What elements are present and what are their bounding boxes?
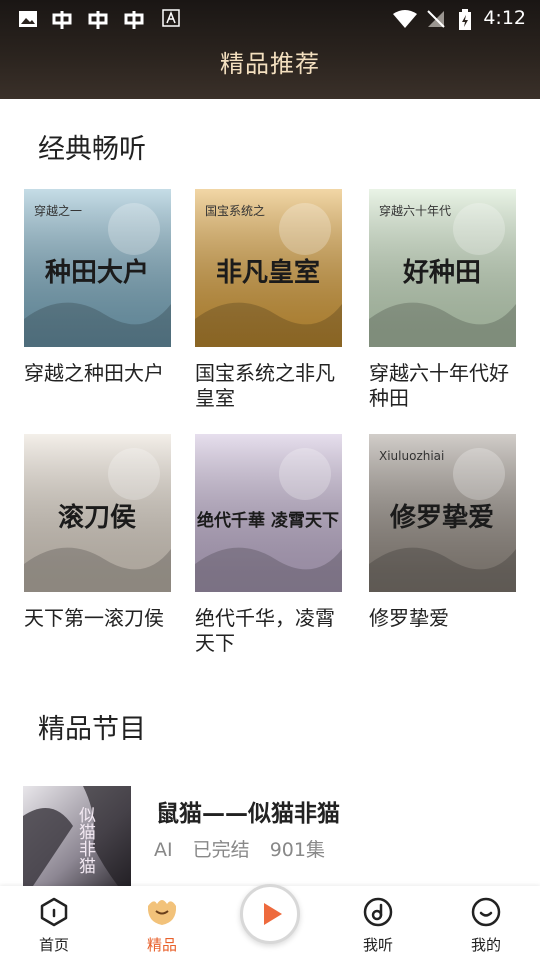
play-icon [264, 903, 282, 925]
gallery-icon [19, 11, 37, 27]
book-cover: 绝代千華 凌霄天下 [195, 434, 342, 592]
tab-label: 我的 [470, 936, 501, 954]
book-cover: 穿越之一种田大户 [24, 189, 171, 347]
section-title-programs: 精品节目 [38, 714, 146, 745]
book-cover: 国宝系统之非凡皇室 [195, 189, 342, 347]
premium-icon [147, 900, 177, 925]
book-cover-title: 种田大户 [45, 257, 149, 288]
book-cover-title: 修罗挚爱 [389, 502, 494, 533]
book-cover-subtitle: 穿越之一 [34, 203, 82, 218]
program-cover-title: 似猫非猫 [75, 806, 96, 874]
program-title: 鼠猫——似猫非猫 [156, 801, 340, 827]
clock: 4:12 [483, 7, 526, 29]
tab-premium[interactable]: 精品 [122, 886, 202, 960]
no-signal-icon [427, 10, 445, 28]
book-title: 修罗挚爱 [369, 606, 449, 630]
tab-label: 我听 [362, 936, 393, 954]
book-title: 天下第一滚刀侯 [24, 606, 164, 630]
program-status: 已完结 [192, 839, 250, 861]
tab-label: 首页 [38, 936, 69, 954]
header: 4:12 精品推荐 [0, 0, 540, 99]
keyboard-a-icon [162, 9, 180, 27]
book-item[interactable]: 绝代千華 凌霄天下绝代千华，凌霄天下 [195, 434, 342, 656]
book-cover-subtitle: 国宝系统之 [205, 204, 265, 218]
tab-label: 精品 [146, 936, 177, 954]
page-title: 精品推荐 [220, 50, 320, 78]
book-cover: 穿越六十年代好种田 [369, 189, 516, 347]
book-title: 穿越六十年代好种田 [369, 361, 509, 410]
notification-icon [124, 11, 144, 29]
book-cover-title: 绝代千華 凌霄天下 [197, 510, 339, 531]
notification-icon [88, 11, 108, 29]
section-title-classic: 经典畅听 [38, 134, 146, 165]
book-item[interactable]: 国宝系统之 非凡皇室 国宝系统之非凡皇室 [195, 189, 342, 411]
program-meta: AI 已完结 901集 [154, 835, 339, 862]
book-item[interactable]: 穿越之一种田大户穿越之种田大户 [24, 189, 171, 386]
book-item[interactable]: 滚刀侯天下第一滚刀侯 [24, 434, 171, 631]
program-author: AI [154, 839, 173, 861]
book-cover-title: 好种田 [402, 258, 481, 288]
tab-listening[interactable]: 我听 [338, 886, 418, 960]
book-cover-title: 非凡皇室 [216, 257, 320, 288]
player-play-button[interactable] [240, 884, 300, 944]
home-icon [40, 897, 68, 927]
book-title: 穿越之种田大户 [24, 361, 164, 385]
book-cover-subtitle: 穿越六十年代 [379, 203, 451, 218]
program-episodes: 901集 [269, 839, 325, 861]
book-title: 国宝系统之非凡皇室 [195, 361, 335, 410]
book-cover: Xiuluozhiai 修罗挚爱 [369, 434, 516, 592]
book-item[interactable]: Xiuluozhiai 修罗挚爱 修罗挚爱 [369, 434, 516, 631]
book-cover: 滚刀侯 [24, 434, 171, 592]
headphone-disc-icon [363, 897, 393, 927]
book-title: 绝代千华，凌霄天下 [195, 606, 335, 655]
tab-home[interactable]: 首页 [14, 886, 94, 960]
book-item[interactable]: 穿越六十年代 好种田 穿越六十年代好种田 [369, 189, 516, 411]
book-cover-title: 滚刀侯 [58, 502, 136, 533]
battery-icon [459, 9, 471, 30]
profile-face-icon [471, 897, 501, 927]
bottom-tab-bar: 首页 精品 我听 我的 [0, 884, 540, 960]
wifi-icon [393, 10, 417, 28]
program-cover: 似猫非猫 [23, 786, 131, 886]
tab-mine[interactable]: 我的 [446, 886, 526, 960]
book-cover-subtitle: Xiuluozhiai [379, 449, 444, 463]
status-bar: 4:12 [0, 0, 540, 38]
notification-icon [52, 11, 72, 29]
program-item[interactable]: 似猫非猫 鼠猫——似猫非猫 AI 已完结 901集 [23, 786, 523, 886]
